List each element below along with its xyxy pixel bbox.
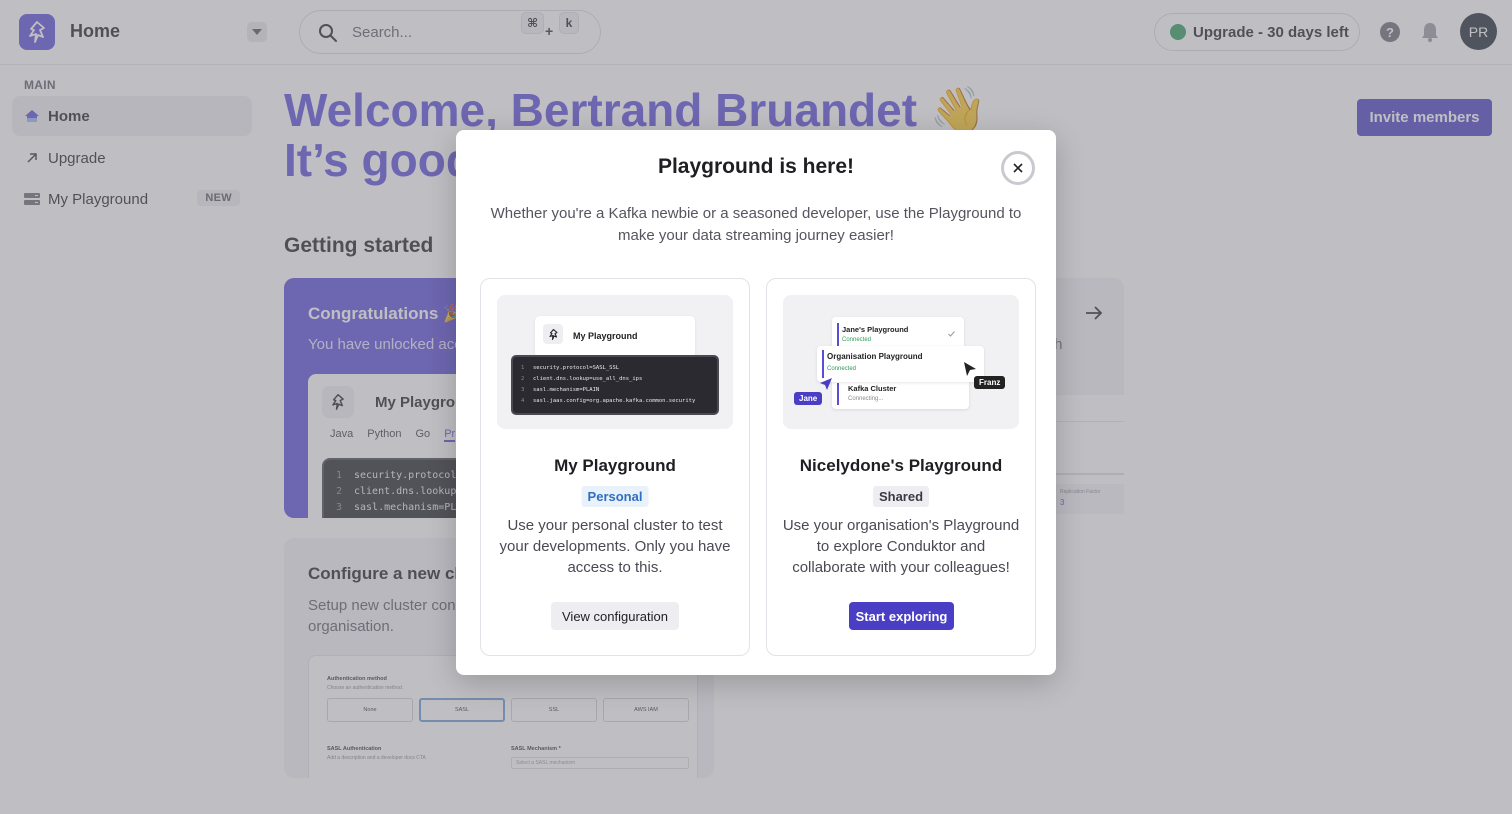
collaborator-tag-franz: Franz (974, 376, 1006, 389)
my-playground-card: My Playground 1 security.protocol=SASL_SS… (480, 278, 750, 656)
shared-playground-card: Jane's Playground Connected Organisation… (766, 278, 1036, 656)
code-line: 4 sasl.jaas.config=org.apache.kafka.commo… (521, 398, 696, 404)
playground-modal: Playground is here! Whether you're a Kaf… (456, 130, 1056, 675)
view-configuration-button[interactable]: View configuration (551, 602, 679, 630)
start-exploring-button[interactable]: Start exploring (849, 602, 954, 630)
close-button[interactable] (1001, 151, 1035, 185)
check-icon (948, 331, 955, 337)
conduktor-logo-icon (543, 324, 563, 344)
illustration-code-block: 1 security.protocol=SASL_SSL 2 client.dns.… (511, 355, 719, 415)
close-icon (1013, 163, 1023, 173)
my-playground-illustration: My Playground 1 security.protocol=SASL_SS… (497, 295, 733, 429)
illustration-title: My Playground (573, 331, 638, 341)
playground-description: Use your personal cluster to test your d… (499, 517, 731, 576)
collaborator-tag-jane: Jane (794, 392, 823, 405)
shared-playground-illustration: Jane's Playground Connected Organisation… (783, 295, 1019, 429)
personal-badge: Personal (581, 486, 649, 507)
code-line: 2 client.dns.lookup=use_all_dns_ips (521, 376, 643, 382)
cursor-icon (964, 362, 976, 376)
playground-description: Use your organisation's Playground to ex… (782, 517, 1020, 576)
playground-name: Nicelydone's Playground (799, 456, 1003, 475)
illustration-window: My Playground (535, 316, 695, 358)
shared-badge: Shared (872, 486, 930, 507)
playground-name: My Playground (554, 456, 676, 475)
cursor-icon (820, 378, 832, 390)
illustration-item: Organisation Playground Connected (817, 346, 984, 382)
modal-title: Playground is here! (657, 155, 855, 178)
modal-description: Whether you're a Kafka newbie or a seaso… (490, 205, 1022, 244)
code-line: 3 sasl.mechanism=PLAIN (521, 387, 600, 393)
code-line: 1 security.protocol=SASL_SSL (521, 365, 620, 371)
